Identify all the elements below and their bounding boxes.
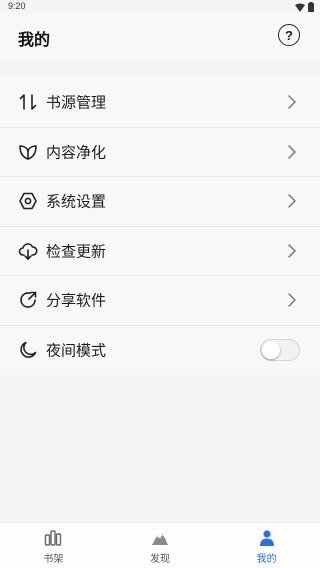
bottom-nav: 书架 发现 我的 <box>0 522 320 568</box>
menu-item-label: 分享软件 <box>46 291 107 310</box>
menu-item-label: 书源管理 <box>46 93 107 112</box>
wifi-icon <box>295 3 305 12</box>
cloud-download-icon <box>18 242 38 260</box>
person-icon <box>259 530 274 546</box>
status-bar: 9:20 <box>0 0 320 14</box>
help-icon: ? <box>285 27 293 43</box>
menu-item-content-purify[interactable]: 内容净化 <box>0 128 320 177</box>
menu-item-label: 检查更新 <box>46 242 107 261</box>
tab-label: 发现 <box>150 554 170 565</box>
toggle-knob <box>262 341 280 360</box>
header: 我的 ? <box>0 14 320 60</box>
tab-mine[interactable]: 我的 <box>213 523 320 568</box>
menu-item-night-mode: 夜间模式 <box>0 326 320 376</box>
menu-item-label: 夜间模式 <box>46 341 107 360</box>
chevron-right-icon <box>288 244 296 258</box>
menu-item-system-settings[interactable]: 系统设置 <box>0 177 320 227</box>
tab-label: 我的 <box>256 554 277 565</box>
menu-item-label: 内容净化 <box>46 143 107 162</box>
menu-item-source-management[interactable]: 书源管理 <box>0 78 320 128</box>
chevron-right-icon <box>288 194 296 208</box>
help-button[interactable]: ? <box>278 24 300 46</box>
menu-item-share-app[interactable]: 分享软件 <box>0 276 320 326</box>
tab-discover[interactable]: 发现 <box>107 523 214 568</box>
share-arrow-icon <box>20 291 37 309</box>
menu-item-label: 系统设置 <box>46 192 107 211</box>
menu-list: 书源管理 内容净化 系统设置 检查更新 分享软件 夜间模式 <box>0 78 320 375</box>
chevron-right-icon <box>288 145 296 159</box>
bookshelf-icon <box>45 530 62 546</box>
tab-label: 书架 <box>43 554 64 565</box>
battery-icon <box>308 2 314 12</box>
chevron-right-icon <box>288 95 296 109</box>
moon-icon <box>20 341 37 359</box>
tab-bookshelf[interactable]: 书架 <box>0 523 107 568</box>
night-mode-toggle[interactable] <box>260 339 300 362</box>
status-time: 9:20 <box>8 1 26 11</box>
page-title: 我的 <box>18 30 51 49</box>
menu-item-check-update[interactable]: 检查更新 <box>0 227 320 276</box>
gear-hexagon-icon <box>19 192 37 210</box>
mountain-icon <box>152 533 168 545</box>
chevron-right-icon <box>288 293 296 307</box>
status-icons <box>295 2 314 12</box>
leaf-icon <box>19 144 37 160</box>
swap-vertical-icon <box>19 94 37 111</box>
